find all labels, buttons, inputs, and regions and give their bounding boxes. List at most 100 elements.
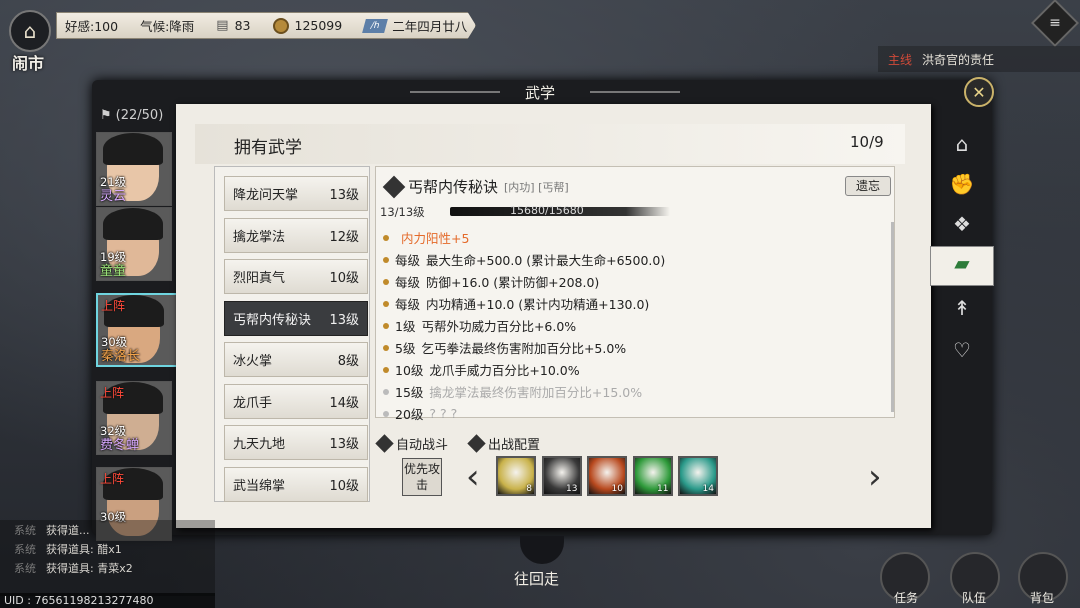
skill-level: 12级 bbox=[329, 229, 359, 245]
coin-value: 125099 bbox=[294, 18, 343, 33]
prev-arrow-icon[interactable]: ‹ bbox=[466, 458, 480, 496]
effect-text: 丐帮外功威力百分比+6.0% bbox=[421, 319, 577, 334]
bullet-icon bbox=[383, 234, 389, 241]
effect-tag: 20级 bbox=[395, 407, 424, 422]
effect-line: 20级 ? ? ? bbox=[383, 404, 457, 423]
back-button[interactable]: 往回走 bbox=[514, 568, 559, 589]
calendar-icon: /h bbox=[362, 18, 389, 33]
skill-icon-count: 8 bbox=[526, 484, 532, 494]
equipped-skill-icon[interactable]: 10 bbox=[587, 456, 627, 496]
hidden-weapon-icon[interactable]: ↟ bbox=[944, 292, 980, 324]
skill-count: 10/9 bbox=[850, 133, 884, 151]
bullet-icon bbox=[383, 344, 389, 351]
character-card[interactable]: 上阵 32级 费冬蝉 bbox=[96, 381, 172, 455]
team-label: 队伍 bbox=[962, 591, 987, 605]
effect-tag: 15级 bbox=[395, 385, 424, 400]
skill-name: 擒龙掌法 bbox=[233, 229, 286, 245]
coin-icon bbox=[272, 17, 289, 34]
log-row: 系统 获得道具: 青菜x2 bbox=[0, 558, 215, 577]
skill-list-item[interactable]: 烈阳真气 10级 bbox=[224, 259, 368, 294]
effect-line: 15级 擒龙掌法最终伤害附加百分比+15.0% bbox=[383, 382, 642, 401]
effect-text: 防御+16.0 (累计防御+208.0) bbox=[426, 275, 600, 290]
skill-list-item[interactable]: 丐帮内传秘诀 13级 bbox=[224, 300, 368, 336]
skill-detail bbox=[375, 166, 895, 418]
character-card[interactable]: 21级 灵云 bbox=[96, 132, 172, 206]
effect-tag: 1级 bbox=[395, 319, 416, 334]
effect-text: 内力阳性+5 bbox=[401, 231, 470, 246]
character-hair bbox=[103, 208, 163, 240]
quest-tracker[interactable]: 主线 洪奇官的责任 bbox=[878, 46, 1080, 72]
skill-icon-count: 11 bbox=[657, 484, 669, 494]
log-message: 获得道... bbox=[46, 523, 90, 537]
skill-detail-tags: [内功] [丐帮] bbox=[504, 180, 569, 194]
fist-icon[interactable]: ✊ bbox=[944, 168, 980, 200]
priority-attack-button[interactable]: 优先攻击 bbox=[402, 458, 442, 496]
uid-label: UID : 76561198213277480 bbox=[0, 593, 215, 608]
log-message: 获得道具: 青菜x2 bbox=[46, 561, 133, 575]
title-ornament-right bbox=[590, 91, 680, 93]
character-card[interactable]: 19级 童童 bbox=[96, 207, 172, 281]
character-name: 秦洛长 bbox=[101, 349, 141, 364]
bullet-icon bbox=[383, 322, 389, 329]
auto-battle-icon bbox=[375, 434, 394, 453]
equipped-skill-icon[interactable]: 13 bbox=[541, 456, 582, 496]
detail-scrollbar[interactable] bbox=[891, 222, 894, 412]
gift-icon[interactable]: ❖ bbox=[944, 208, 980, 240]
effect-tag: 每级 bbox=[395, 253, 421, 268]
skill-name: 龙爪手 bbox=[233, 395, 273, 411]
auto-battle-toggle[interactable]: 自动战斗 bbox=[375, 434, 449, 453]
battle-config-toggle[interactable]: 出战配置 bbox=[467, 434, 540, 453]
bullet-icon bbox=[383, 388, 389, 395]
heart-icon[interactable]: ♡ bbox=[944, 334, 980, 366]
window-title: 武学 bbox=[524, 84, 555, 102]
effect-text: 最大生命+500.0 (累计最大生命+6500.0) bbox=[426, 253, 666, 268]
skill-list-item[interactable]: 冰火掌 8级 bbox=[224, 342, 368, 377]
date-text: 二年四月廿八 bbox=[392, 19, 468, 34]
task-label: 任务 bbox=[894, 591, 919, 605]
equipped-skill-icon[interactable]: 11 bbox=[632, 456, 673, 496]
equipped-skill-icon[interactable]: 14 bbox=[678, 456, 718, 496]
deployed-badge: 上阵 bbox=[101, 299, 126, 313]
supply-icon: ▤ bbox=[216, 18, 229, 33]
effect-text: 乞丐拳法最终伤害附加百分比+5.0% bbox=[421, 341, 627, 356]
chat-log[interactable]: 系统 获得道... 系统 获得道具: 醋x1 系统 获得道具: 青菜x2 bbox=[0, 520, 215, 596]
log-system: 系统 bbox=[14, 542, 36, 556]
skill-list-item[interactable]: 降龙问天掌 13级 bbox=[224, 176, 368, 211]
bag-label: 背包 bbox=[1030, 591, 1055, 605]
skill-name: 九天九地 bbox=[233, 437, 286, 452]
favor-label: 好感:100 bbox=[65, 19, 119, 34]
home-button[interactable]: ⌂ bbox=[9, 10, 51, 52]
auto-battle-label: 自动战斗 bbox=[396, 438, 449, 453]
forget-button[interactable]: 遗忘 bbox=[845, 176, 891, 196]
skill-level: 14级 bbox=[329, 395, 359, 411]
log-row: 系统 获得道... bbox=[0, 520, 215, 539]
location-label: 闹市 bbox=[12, 54, 45, 73]
close-button[interactable]: ✕ bbox=[964, 77, 994, 107]
skill-level: 13级 bbox=[329, 437, 359, 452]
effect-line: 每级 内功精通+10.0 (累计内功精通+130.0) bbox=[383, 294, 649, 313]
skill-list-item[interactable]: 擒龙掌法 12级 bbox=[224, 217, 368, 253]
skill-list-item[interactable]: 龙爪手 14级 bbox=[224, 383, 368, 419]
panel-title: 拥有武学 bbox=[234, 138, 302, 158]
skill-book-icon[interactable]: ▰ bbox=[930, 246, 994, 286]
log-system: 系统 bbox=[14, 561, 36, 575]
effect-line: 内力阳性+5 bbox=[383, 228, 469, 247]
close-icon: ✕ bbox=[972, 82, 986, 102]
skill-list-item[interactable]: 九天九地 13级 bbox=[224, 425, 368, 460]
battle-config-icon bbox=[467, 434, 486, 453]
effect-tag: 10级 bbox=[395, 363, 424, 378]
next-arrow-icon[interactable]: › bbox=[868, 458, 882, 496]
effect-tag: 每级 bbox=[395, 275, 421, 290]
skill-icon-count: 14 bbox=[702, 484, 714, 494]
effect-line: 5级 乞丐拳法最终伤害附加百分比+5.0% bbox=[383, 338, 626, 357]
skill-name: 武当绵掌 bbox=[233, 478, 286, 494]
skill-detail-header: 丐帮内传秘诀 [内功] [丐帮] bbox=[382, 175, 569, 198]
skill-icon-count: 10 bbox=[611, 484, 623, 494]
supply-value: 83 bbox=[234, 18, 251, 33]
bullet-icon bbox=[383, 300, 389, 307]
status-bar: 好感:100 气候:降雨 ▤ 83 125099 /h 二年四月廿八 bbox=[56, 12, 476, 39]
level-progress: 13/13级 bbox=[380, 205, 425, 219]
lotus-icon[interactable]: ⌂ bbox=[944, 128, 980, 160]
equipped-skill-icon[interactable]: 8 bbox=[496, 456, 536, 496]
skill-list-item[interactable]: 武当绵掌 10级 bbox=[224, 466, 368, 502]
